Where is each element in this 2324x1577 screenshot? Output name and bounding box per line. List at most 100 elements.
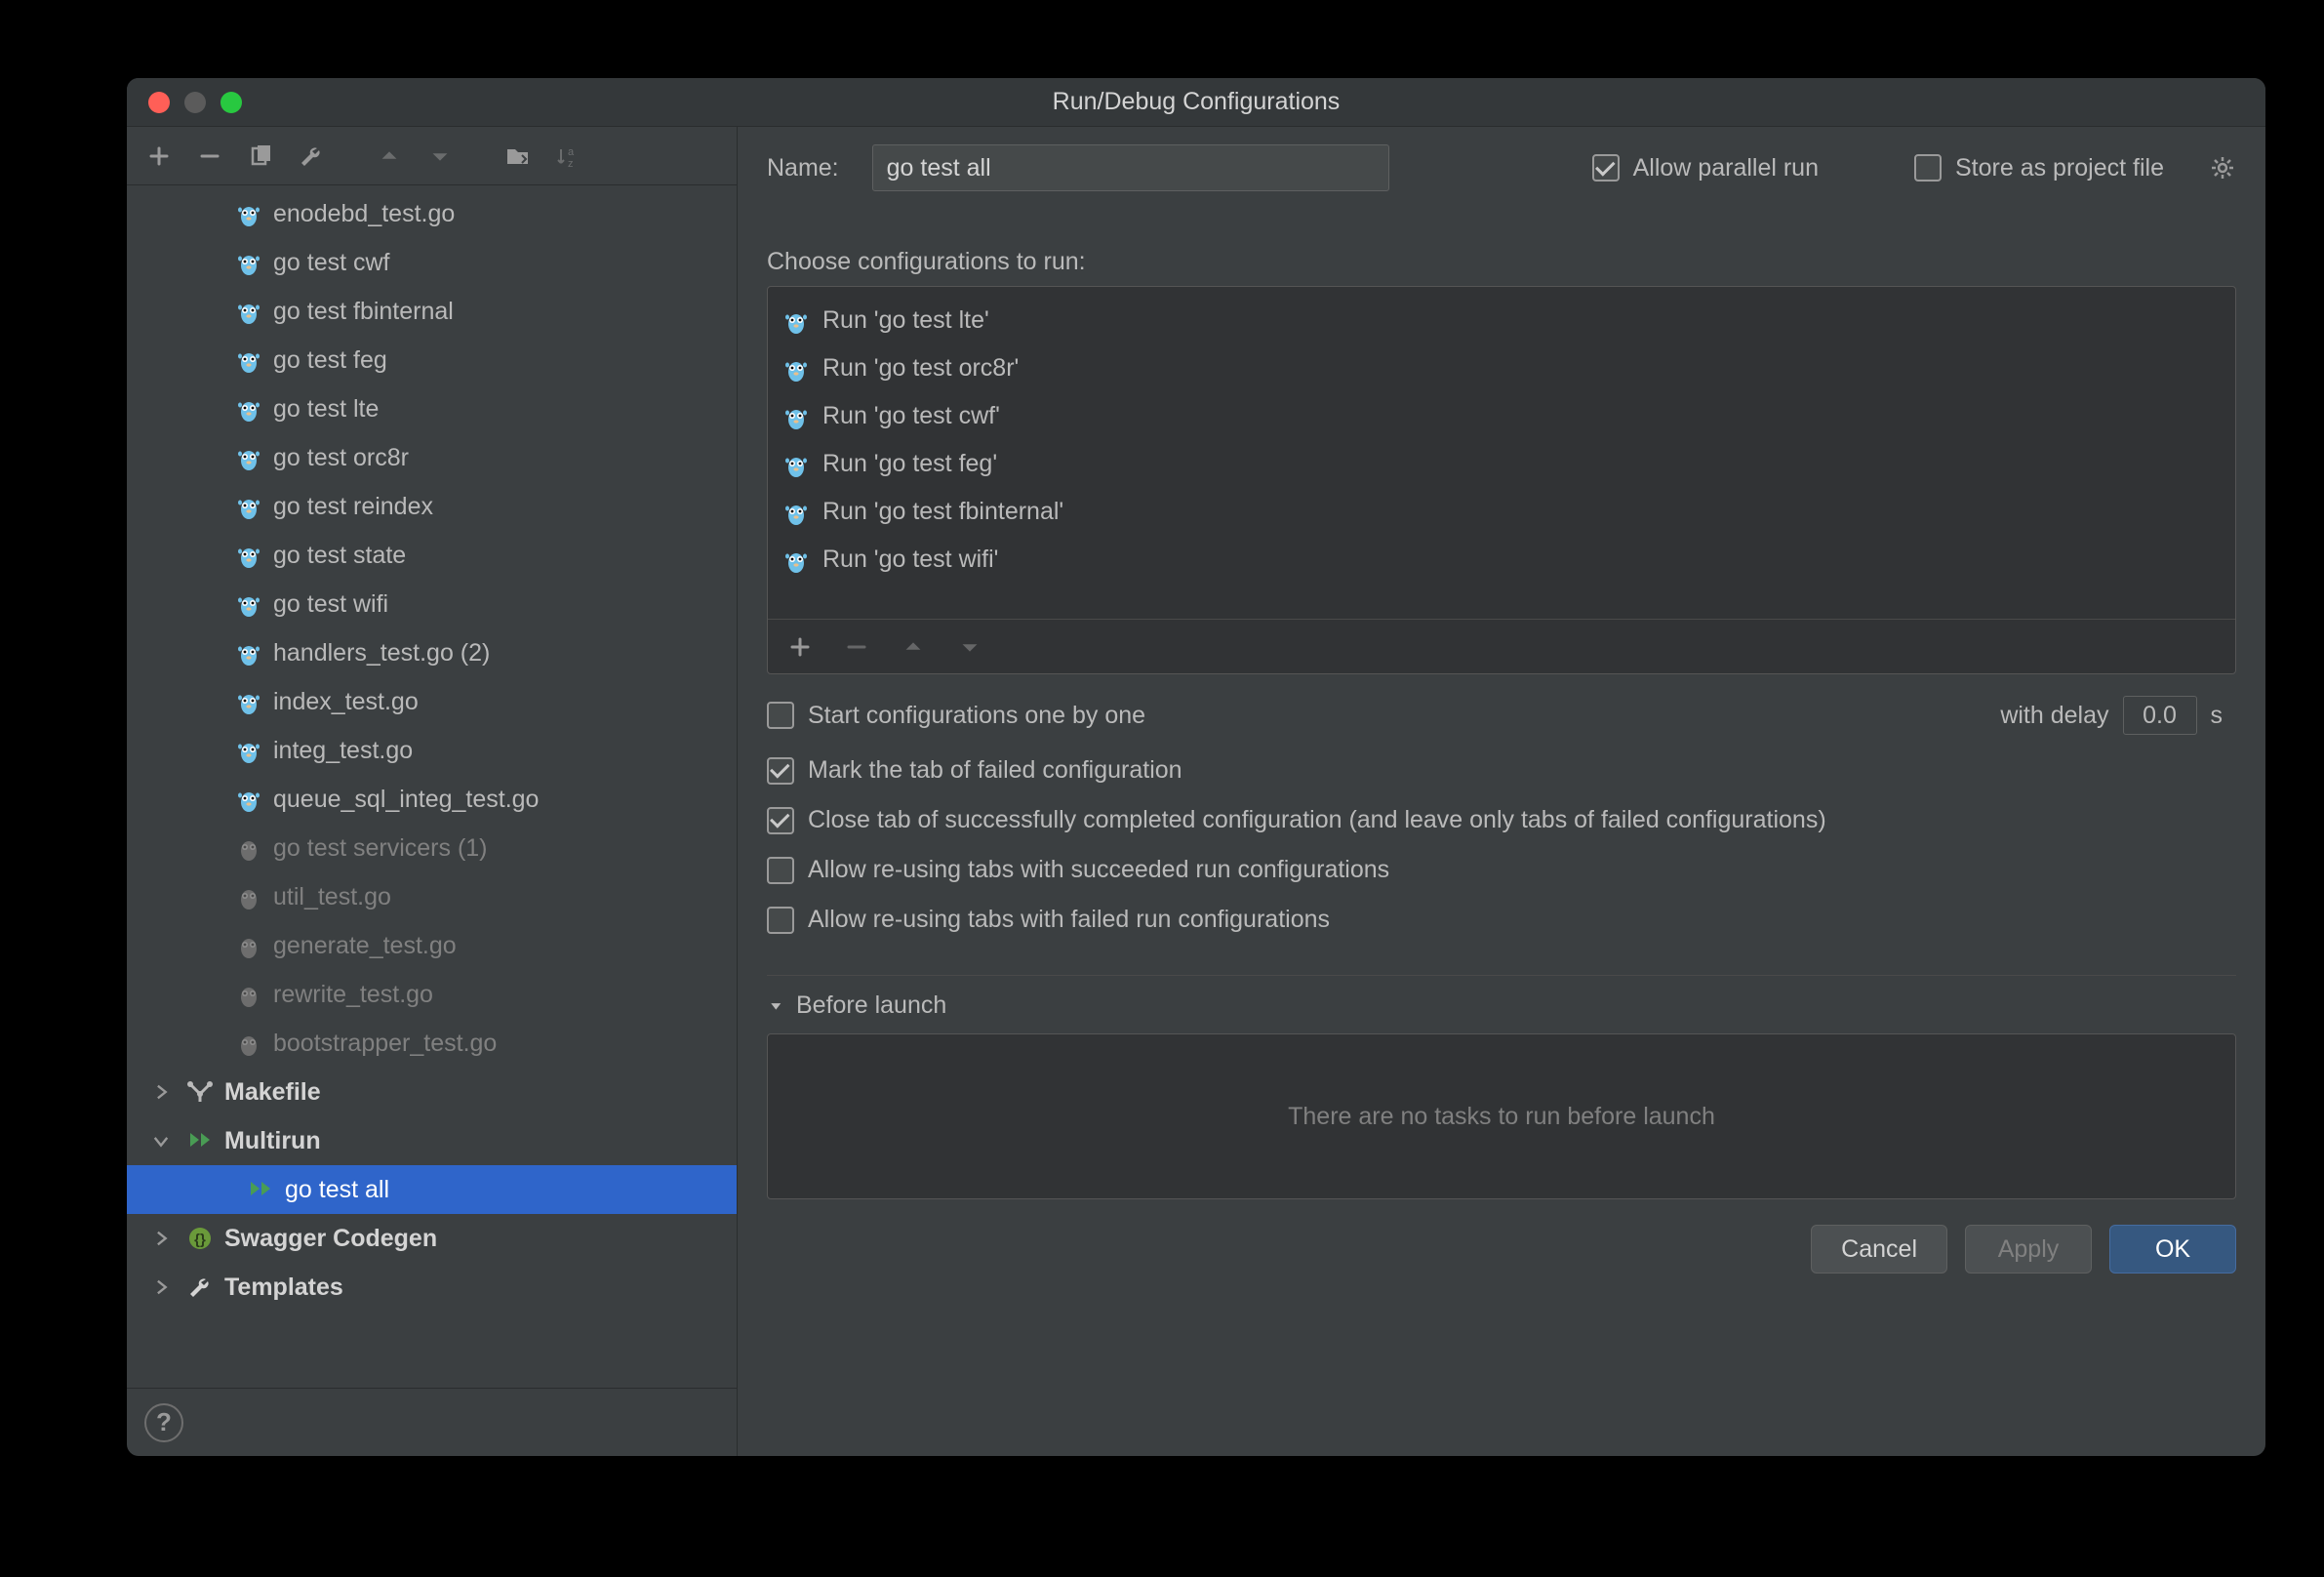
tree-group-makefile[interactable]: Makefile — [127, 1068, 737, 1116]
config-item-label: Run 'go test feg' — [822, 450, 997, 478]
delay-input[interactable] — [2123, 696, 2197, 735]
config-item[interactable]: Run 'go test orc8r' — [768, 344, 2235, 392]
help-button[interactable]: ? — [144, 1403, 183, 1442]
checkbox-icon — [767, 807, 794, 834]
tree-item[interactable]: enodebd_test.go — [127, 189, 737, 238]
close-success-checkbox[interactable]: Close tab of successfully completed conf… — [767, 806, 1826, 834]
mark-failed-checkbox[interactable]: Mark the tab of failed configuration — [767, 756, 1182, 785]
remove-button[interactable] — [842, 632, 871, 662]
config-list-toolbar — [768, 619, 2235, 673]
tree-group-multirun[interactable]: Multirun — [127, 1116, 737, 1165]
config-item[interactable]: Run 'go test feg' — [768, 440, 2235, 488]
cancel-button[interactable]: Cancel — [1811, 1225, 1947, 1274]
config-tree[interactable]: enodebd_test.go go test cwf go test fbin… — [127, 185, 737, 1388]
tree-item[interactable]: generate_test.go — [127, 921, 737, 970]
before-launch-header[interactable]: Before launch — [767, 976, 2236, 1020]
tree-item[interactable]: integ_test.go — [127, 726, 737, 775]
tree-item[interactable]: go test state — [127, 531, 737, 580]
tree-item[interactable]: queue_sql_integ_test.go — [127, 775, 737, 824]
gopher-icon — [234, 736, 263, 765]
ok-button[interactable]: OK — [2109, 1225, 2236, 1274]
multirun-icon — [185, 1126, 215, 1155]
config-item[interactable]: Run 'go test wifi' — [768, 536, 2235, 584]
copy-config-button[interactable] — [246, 142, 275, 171]
tree-item-go-test-all[interactable]: go test all — [127, 1165, 737, 1214]
gopher-icon — [234, 297, 263, 326]
tree-item[interactable]: go test reindex — [127, 482, 737, 531]
gopher-icon — [234, 589, 263, 619]
before-launch-list[interactable]: There are no tasks to run before launch — [767, 1033, 2236, 1199]
checkbox-icon — [767, 702, 794, 729]
gear-icon[interactable] — [2209, 154, 2236, 182]
tree-item[interactable]: go test lte — [127, 384, 737, 433]
name-input[interactable] — [872, 144, 1389, 191]
reuse-succeeded-checkbox[interactable]: Allow re-using tabs with succeeded run c… — [767, 856, 1389, 884]
config-item[interactable]: Run 'go test cwf' — [768, 392, 2235, 440]
chevron-right-icon — [146, 1077, 176, 1107]
chevron-down-icon — [146, 1126, 176, 1155]
tree-item[interactable]: go test cwf — [127, 238, 737, 287]
tree-item-label: bootstrapper_test.go — [273, 1030, 497, 1058]
minimize-icon[interactable] — [184, 92, 206, 113]
chevron-right-icon — [146, 1273, 176, 1302]
tree-item[interactable]: go test fbinternal — [127, 287, 737, 336]
tree-group-swagger[interactable]: Swagger Codegen — [127, 1214, 737, 1263]
titlebar: Run/Debug Configurations — [127, 78, 2265, 127]
checkbox-label: Mark the tab of failed configuration — [808, 756, 1182, 785]
tree-item[interactable]: bootstrapper_test.go — [127, 1019, 737, 1068]
checkbox-label: Start configurations one by one — [808, 702, 1145, 730]
config-item[interactable]: Run 'go test fbinternal' — [768, 488, 2235, 536]
sort-button[interactable] — [554, 142, 583, 171]
store-project-checkbox[interactable]: Store as project file — [1914, 154, 2164, 182]
remove-config-button[interactable] — [195, 142, 224, 171]
tree-item-label: go test all — [285, 1176, 389, 1204]
config-item-label: Run 'go test lte' — [822, 306, 989, 335]
triangle-down-icon — [767, 996, 786, 1016]
config-item-label: Run 'go test orc8r' — [822, 354, 1019, 383]
move-up-button[interactable] — [375, 142, 404, 171]
close-icon[interactable] — [148, 92, 170, 113]
move-down-button[interactable] — [955, 632, 984, 662]
checkbox-label: Store as project file — [1955, 154, 2164, 182]
edit-defaults-button[interactable] — [297, 142, 326, 171]
tree-item[interactable]: go test wifi — [127, 580, 737, 628]
tree-group-label: Multirun — [224, 1127, 321, 1155]
zoom-icon[interactable] — [220, 92, 242, 113]
tree-item-label: queue_sql_integ_test.go — [273, 786, 539, 814]
start-one-by-one-checkbox[interactable]: Start configurations one by one — [767, 702, 1145, 730]
delay-unit: s — [2211, 702, 2224, 730]
tree-group-label: Templates — [224, 1274, 343, 1302]
tree-item[interactable]: index_test.go — [127, 677, 737, 726]
dialog-footer: Cancel Apply OK — [767, 1199, 2236, 1295]
gopher-icon — [234, 199, 263, 228]
config-editor-panel: Name: Allow parallel run Store as projec… — [738, 127, 2265, 1456]
tree-item[interactable]: go test feg — [127, 336, 737, 384]
tree-item-label: go test feg — [273, 346, 387, 375]
gopher-icon — [234, 1029, 263, 1058]
config-item[interactable]: Run 'go test lte' — [768, 297, 2235, 344]
tree-item[interactable]: go test orc8r — [127, 433, 737, 482]
gopher-icon — [781, 546, 811, 575]
tree-item[interactable]: handlers_test.go (2) — [127, 628, 737, 677]
gopher-icon — [234, 345, 263, 375]
gopher-icon — [234, 931, 263, 960]
move-up-button[interactable] — [899, 632, 928, 662]
tree-group-templates[interactable]: Templates — [127, 1263, 737, 1312]
gopher-icon — [234, 638, 263, 667]
tree-item[interactable]: rewrite_test.go — [127, 970, 737, 1019]
tree-item[interactable]: util_test.go — [127, 872, 737, 921]
add-button[interactable] — [785, 632, 815, 662]
folder-button[interactable] — [503, 142, 533, 171]
tree-item[interactable]: go test servicers (1) — [127, 824, 737, 872]
move-down-button[interactable] — [425, 142, 455, 171]
gopher-icon — [234, 785, 263, 814]
gopher-icon — [234, 443, 263, 472]
gopher-icon — [234, 394, 263, 424]
tree-item-label: go test state — [273, 542, 406, 570]
window-title: Run/Debug Configurations — [127, 88, 2265, 116]
reuse-failed-checkbox[interactable]: Allow re-using tabs with failed run conf… — [767, 906, 1330, 934]
tree-item-label: go test reindex — [273, 493, 433, 521]
apply-button[interactable]: Apply — [1965, 1225, 2092, 1274]
add-config-button[interactable] — [144, 142, 174, 171]
allow-parallel-checkbox[interactable]: Allow parallel run — [1592, 154, 1819, 182]
